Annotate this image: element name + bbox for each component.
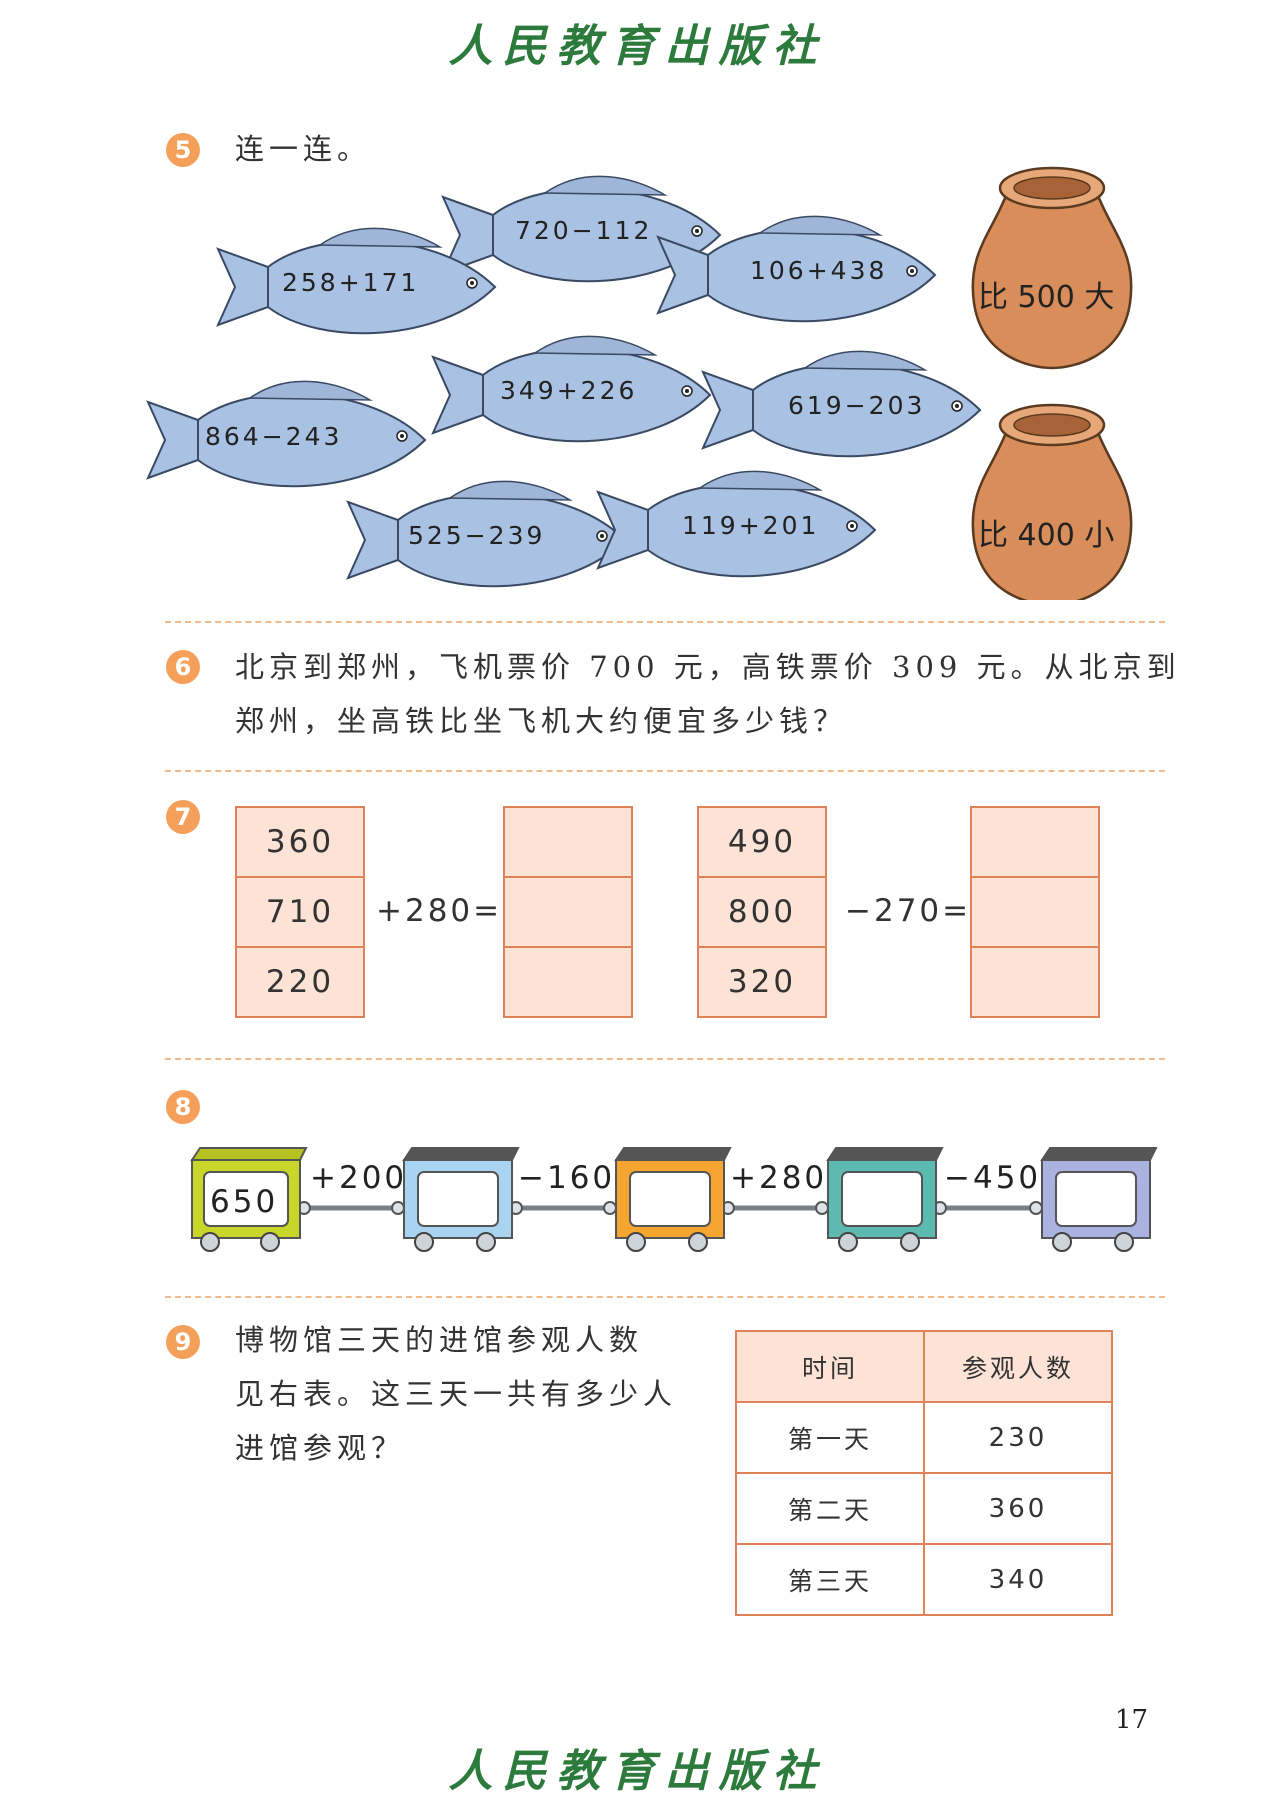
table-row: 第二天 360: [735, 1472, 1113, 1545]
fish-label-8: 119+201: [682, 511, 820, 540]
pot-2: [971, 403, 1133, 600]
q8-op-2: −160: [518, 1160, 616, 1196]
page-number: 17: [1115, 1705, 1149, 1735]
q7-right-values: 490 800 320: [697, 806, 827, 1018]
q7-right-value-3: 320: [727, 964, 797, 1000]
divider-2: [165, 770, 1165, 772]
question-8-number: 8: [166, 1090, 200, 1124]
table-row-label: 第一天: [735, 1401, 925, 1474]
train-carts-illustration: [190, 1147, 1158, 1252]
q7-right-answer-2[interactable]: [972, 878, 1098, 948]
q7-left-answer-2[interactable]: [505, 878, 631, 948]
table-row: 第一天 230: [735, 1401, 1113, 1474]
cart-4: [826, 1147, 944, 1252]
q8-op-3: +280: [730, 1160, 828, 1196]
pot-label-1: 比 500 大: [978, 280, 1115, 315]
table-row-value: 340: [923, 1543, 1113, 1616]
fish-label-6: 619−203: [788, 391, 926, 420]
question-7-number: 7: [166, 800, 200, 834]
q7-left-values: 360 710 220: [235, 806, 365, 1018]
table-header-time: 时间: [735, 1330, 925, 1403]
q8-start-value: 650: [210, 1184, 279, 1220]
fish-label-7: 525−239: [408, 521, 546, 550]
publisher-logo-bottom: 人民教育出版社: [448, 1746, 827, 1797]
divider-4: [165, 1296, 1165, 1298]
q7-right-answer-1[interactable]: [972, 808, 1098, 878]
question-9-line-1: 博物馆三天的进馆参观人数: [235, 1323, 644, 1357]
q8-op-4: −450: [944, 1160, 1042, 1196]
divider-1: [165, 621, 1165, 623]
fish-label-3: 106+438: [750, 256, 888, 285]
q7-left-value-2: 710: [237, 878, 363, 948]
q7-left-operator: +280=: [376, 893, 503, 929]
fish-label-5: 864−243: [205, 422, 343, 451]
q8-op-1: +200: [310, 1160, 408, 1196]
table-row-label: 第二天: [735, 1472, 925, 1545]
q7-left-answer-1[interactable]: [505, 808, 631, 878]
table-row-value: 230: [923, 1401, 1113, 1474]
q7-right-answer-3[interactable]: [972, 948, 1098, 1016]
q7-right-value-1: 490: [699, 808, 825, 878]
question-6-number: 6: [166, 650, 200, 684]
question-9-number: 9: [166, 1325, 200, 1359]
divider-3: [165, 1058, 1165, 1060]
pot-label-2: 比 400 小: [978, 518, 1115, 553]
question-6-line-1: 北京到郑州，飞机票价 700 元，高铁票价 309 元。从北京到: [235, 650, 1181, 684]
pot-1: [971, 166, 1133, 370]
table-header-visitors: 参观人数: [923, 1330, 1113, 1403]
question-9-line-2: 见右表。这三天一共有多少人: [235, 1377, 678, 1411]
table-row: 第三天 340: [735, 1543, 1113, 1616]
q7-left-value-3: 220: [265, 964, 335, 1000]
museum-visitors-table: 时间 参观人数 第一天 230 第二天 360 第三天 340: [735, 1330, 1113, 1616]
fish-label-1: 720−112: [515, 216, 653, 245]
table-row-label: 第三天: [735, 1543, 925, 1616]
table-row-value: 360: [923, 1472, 1113, 1545]
fish-label-4: 349+226: [500, 376, 638, 405]
q7-left-answer-3[interactable]: [505, 948, 631, 1016]
fish-label-2: 258+171: [282, 268, 420, 297]
table-header-row: 时间 参观人数: [735, 1330, 1113, 1403]
q7-left-answers: [503, 806, 633, 1018]
question-6-line-2: 郑州，坐高铁比坐飞机大约便宜多少钱？: [235, 704, 848, 738]
cart-3: [614, 1147, 732, 1252]
q7-right-operator: −270=: [845, 893, 972, 929]
q7-left-value-1: 360: [237, 808, 363, 878]
q7-right-value-2: 800: [699, 878, 825, 948]
cart-5: [1040, 1147, 1158, 1252]
cart-2: [402, 1147, 520, 1252]
q7-right-answers: [970, 806, 1100, 1018]
question-9-line-3: 进馆参观？: [235, 1431, 406, 1465]
